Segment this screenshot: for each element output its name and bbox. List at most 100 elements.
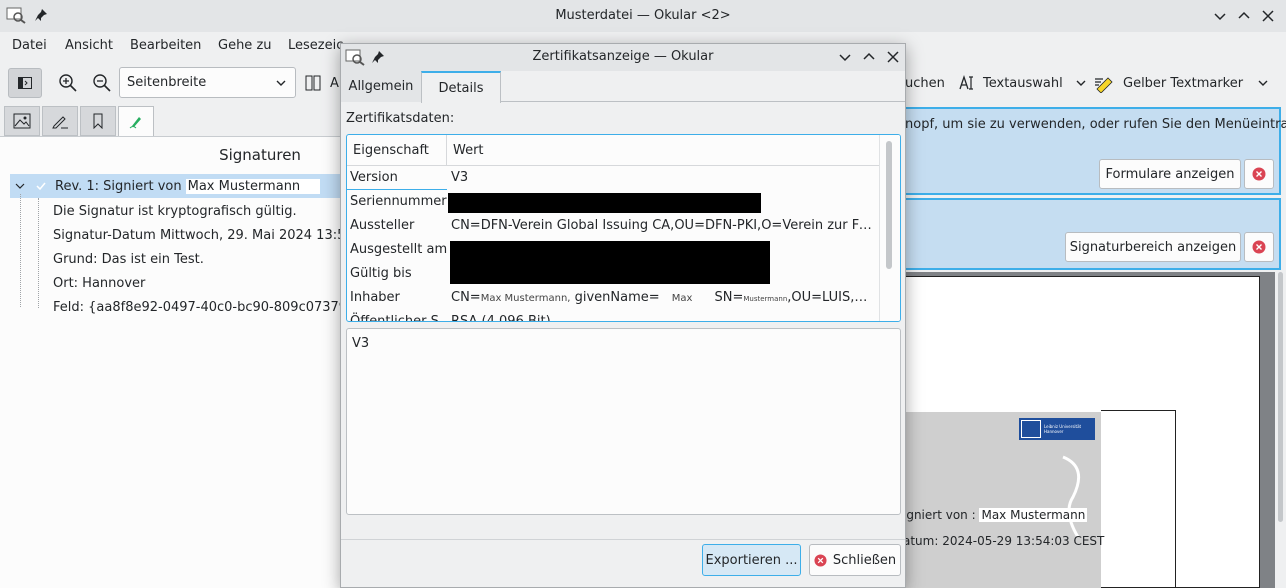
tab-details[interactable]: Details [421, 71, 501, 103]
text-select-button[interactable]: Textauswahl [958, 68, 1088, 98]
menu-lesezeichen[interactable]: Lesezeic [288, 38, 343, 53]
document-scrollbar-thumb[interactable] [1278, 272, 1283, 522]
document-scrollbar[interactable] [1275, 272, 1286, 588]
row-value-holder: CN=Max Mustermann, givenName= Max SN=Must… [451, 290, 876, 305]
zoom-in-icon [58, 73, 78, 93]
signed-by-line: igniert von : Max Mustermann [903, 508, 1088, 522]
highlighter-label: Gelber Textmarker [1123, 75, 1244, 91]
signed-by-name: Max Mustermann [979, 508, 1088, 522]
zoom-select-value: Seitenbreite [127, 75, 207, 90]
redaction-block [448, 193, 761, 213]
holder-sn-prefix: SN= [714, 290, 744, 305]
value-detail-text: V3 [352, 336, 370, 351]
zoom-out-icon [92, 73, 112, 93]
table-row[interactable]: Version V3 [347, 166, 879, 190]
signature-date-line: atum: 2024-05-29 13:54:03 CEST [903, 534, 1105, 548]
holder-cn-name: Max Mustermann, [480, 293, 571, 304]
zoom-select[interactable]: Seitenbreite [119, 67, 296, 98]
signature-detail-date: Signatur-Datum Mittwoch, 29. Mai 2024 13… [53, 227, 340, 243]
holder-cn-prefix: CN= [451, 290, 481, 305]
menu-bearbeiten[interactable]: Bearbeiten [130, 38, 201, 53]
signature-field-frame [1101, 410, 1176, 588]
minimize-icon[interactable] [837, 49, 853, 65]
holder-sn-value: Mustermann [743, 295, 788, 303]
table-row[interactable]: Seriennummer [347, 190, 879, 214]
signature-stroke-icon [1062, 455, 1081, 538]
maximize-icon[interactable] [861, 49, 877, 65]
table-row[interactable]: Aussteller CN=DFN-Verein Global Issuing … [347, 214, 879, 238]
row-value: CN=DFN-Verein Global Issuing CA,OU=DFN-P… [451, 218, 876, 233]
signature-revision-item[interactable]: Rev. 1: Signiert von Max Mustermann [10, 174, 340, 198]
university-logo: Leibniz Universität Hannover [1019, 418, 1095, 440]
chevron-down-icon[interactable] [14, 180, 26, 192]
column-header-property[interactable]: Eigenschaft [347, 135, 447, 166]
signed-by-label: igniert von : [903, 508, 976, 522]
close-forms-infobar-button[interactable] [1244, 159, 1274, 189]
signature-pen-icon [128, 114, 144, 130]
tab-signatures[interactable] [118, 106, 154, 136]
minimize-icon[interactable] [1212, 8, 1228, 24]
tab-bookmarks[interactable] [80, 106, 116, 136]
bookmark-icon [91, 113, 105, 129]
image-icon [13, 113, 31, 129]
row-value: V3 [451, 170, 469, 185]
signature-detail-field: Feld: {aa8f8e92-0497-40c0-bc90-809c07379… [53, 299, 340, 315]
holder-given-prefix: givenName= [574, 290, 660, 305]
column-header-value[interactable]: Wert [447, 135, 879, 166]
signer-name: Max Mustermann [185, 178, 321, 194]
dialog-divider [341, 539, 905, 540]
value-detail-box[interactable]: V3 [346, 328, 901, 515]
pen-icon [51, 113, 69, 129]
tab-thumbnails[interactable] [4, 106, 40, 136]
forms-infobar: nopf, um sie zu verwenden, oder rufen Si… [903, 107, 1286, 195]
table-scrollbar[interactable] [879, 135, 900, 321]
row-key: Gültig bis [350, 266, 412, 281]
zoom-in-button[interactable] [56, 68, 80, 98]
table-row[interactable]: Inhaber CN=Max Mustermann, givenName= Ma… [347, 286, 879, 310]
tree-guide-line [20, 194, 21, 307]
zoom-out-button[interactable] [90, 68, 114, 98]
search-button[interactable]: uchen [905, 68, 945, 98]
close-button[interactable]: Schließen [809, 544, 901, 576]
show-forms-button[interactable]: Formulare anzeigen [1099, 159, 1241, 189]
logo-mark-icon [1021, 420, 1041, 438]
close-signature-infobar-button[interactable] [1244, 232, 1274, 262]
table-scrollbar-thumb[interactable] [886, 141, 892, 269]
show-signature-panel-button[interactable]: Signaturbereich anzeigen [1065, 232, 1241, 262]
certificate-dialog: Zertifikatsanzeige — Okular Allgemein De… [340, 43, 906, 588]
holder-given-value: Max [671, 293, 693, 304]
dialog-title: Zertifikatsanzeige — Okular [532, 49, 714, 64]
row-key: Öffentlicher S [350, 314, 439, 322]
chevron-down-icon [1257, 77, 1269, 89]
signature-detail-reason: Grund: Das ist ein Test. [53, 251, 204, 267]
certificate-table[interactable]: Eigenschaft Wert Version V3 Seriennummer… [346, 134, 901, 322]
signature-infobar: Signaturbereich anzeigen [903, 198, 1281, 270]
menu-datei[interactable]: Datei [12, 38, 47, 53]
window-title: Musterdatei — Okular <2> [555, 8, 731, 23]
maximize-icon[interactable] [1236, 8, 1252, 24]
tab-annotations[interactable] [42, 106, 78, 136]
row-key: Ausgestellt am [350, 242, 448, 257]
dialog-titlebar: Zertifikatsanzeige — Okular [341, 44, 905, 71]
certificate-data-label: Zertifikatsdaten: [346, 111, 455, 126]
tab-allgemein[interactable]: Allgemein [341, 71, 421, 102]
highlighter-icon [1094, 73, 1116, 93]
redaction-block [450, 241, 770, 284]
close-dialog-icon[interactable] [885, 49, 901, 65]
close-window-icon[interactable] [1260, 8, 1276, 24]
signature-appearance[interactable]: Leibniz Universität Hannover igniert von… [903, 412, 1105, 588]
chevron-down-icon [1075, 77, 1087, 89]
table-row[interactable]: Öffentlicher S RSA (4.096 Bit) [347, 310, 879, 322]
toggle-sidebar-button[interactable] [8, 68, 42, 98]
view-mode-label: A [330, 75, 339, 91]
chevron-down-icon [275, 77, 287, 89]
export-button[interactable]: Exportieren ... [702, 544, 801, 576]
signature-revision-label: Rev. 1: Signiert von [55, 178, 182, 194]
highlighter-button[interactable]: Gelber Textmarker [1094, 68, 1270, 98]
menu-gehe-zu[interactable]: Gehe zu [218, 38, 272, 53]
row-key: Inhaber [350, 290, 400, 305]
text-cursor-icon [958, 74, 976, 92]
menu-ansicht[interactable]: Ansicht [65, 38, 113, 53]
window-titlebar: Musterdatei — Okular <2> [0, 0, 1286, 32]
two-pages-icon [304, 74, 322, 92]
